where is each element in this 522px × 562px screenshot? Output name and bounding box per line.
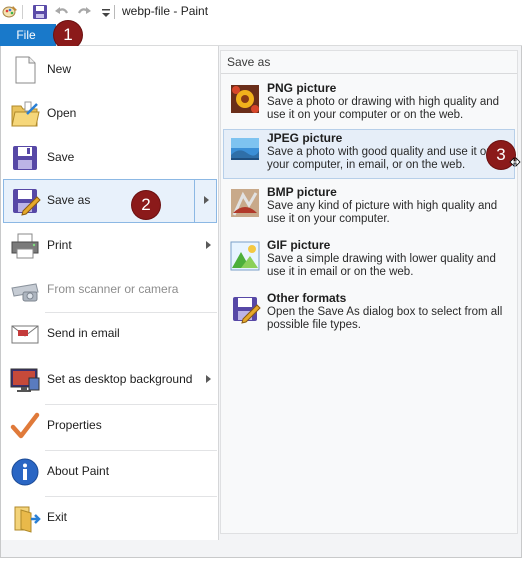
- bmp-picture-icon: [231, 189, 259, 217]
- toolbar-separator: [22, 5, 23, 19]
- save-as-submenu-toggle[interactable]: [194, 180, 216, 222]
- paint-app-icon[interactable]: [2, 4, 18, 20]
- checkmark-icon: [10, 412, 40, 439]
- option-title: GIF picture: [267, 238, 331, 252]
- gif-picture-icon: [230, 241, 260, 271]
- printer-icon: [11, 233, 39, 259]
- option-description: Save a photo or drawing with high qualit…: [267, 96, 500, 121]
- exit-icon: [14, 506, 41, 533]
- menu-item-label: Set as desktop background: [47, 372, 193, 386]
- option-title: PNG picture: [267, 81, 337, 95]
- menu-item-save[interactable]: Save: [3, 136, 217, 180]
- save-as-gif[interactable]: GIF picture Save a simple drawing with l…: [223, 236, 515, 286]
- undo-icon[interactable]: [54, 4, 70, 20]
- menu-item-exit[interactable]: Exit: [3, 496, 217, 540]
- desktop-background-icon: [10, 368, 40, 392]
- file-menu: New Open Save Save as 2 Print From scann…: [0, 46, 522, 558]
- menu-item-send-email[interactable]: Send in email: [3, 312, 217, 356]
- email-icon: [11, 325, 39, 344]
- png-picture-icon: [231, 85, 259, 113]
- menu-item-label: New: [47, 62, 72, 76]
- step-badge-1: 1: [54, 21, 82, 49]
- chevron-right-icon: [206, 241, 211, 249]
- menu-item-label: From scanner or camera: [47, 282, 179, 296]
- info-icon: [11, 458, 39, 486]
- scanner-icon: [11, 283, 39, 302]
- menu-item-label: Save as: [47, 193, 91, 207]
- menu-item-label: Send in email: [47, 326, 120, 340]
- new-document-icon: [15, 56, 36, 84]
- save-as-png[interactable]: PNG picture Save a photo or drawing with…: [223, 79, 515, 129]
- menu-item-label: Properties: [47, 418, 102, 432]
- save-icon[interactable]: [32, 4, 48, 20]
- save-as-icon: [13, 189, 41, 216]
- redo-icon[interactable]: [76, 4, 92, 20]
- option-description: Open the Save As dialog box to select fr…: [267, 306, 503, 331]
- menu-item-open[interactable]: Open: [3, 92, 217, 136]
- option-description: Save a photo with good quality and use i…: [267, 146, 493, 171]
- option-title: BMP picture: [267, 185, 337, 199]
- menu-item-new[interactable]: New: [3, 48, 217, 92]
- menu-item-label: Open: [47, 106, 77, 120]
- save-as-bmp[interactable]: BMP picture Save any kind of picture wit…: [223, 183, 515, 233]
- menu-item-about[interactable]: About Paint: [3, 450, 217, 494]
- menu-item-label: Save: [47, 150, 75, 164]
- submenu-header-divider: [221, 73, 517, 74]
- customize-toolbar-icon[interactable]: [98, 4, 114, 20]
- file-tab[interactable]: File: [0, 24, 56, 46]
- title-separator: [114, 5, 115, 19]
- save-as-jpeg[interactable]: JPEG picture Save a photo with good qual…: [223, 129, 515, 179]
- window-title: webp-file - Paint: [122, 4, 209, 18]
- save-icon: [13, 146, 37, 170]
- option-title: JPEG picture: [267, 131, 343, 145]
- step-badge-2: 2: [132, 191, 160, 219]
- option-description: Save any kind of picture with high quali…: [267, 200, 498, 225]
- menu-item-label: Exit: [47, 510, 68, 524]
- option-title: Other formats: [267, 291, 347, 305]
- file-menu-commands: New Open Save Save as 2 Print From scann…: [1, 46, 219, 540]
- resize-cursor-icon: [509, 157, 521, 167]
- menu-item-properties[interactable]: Properties: [3, 404, 217, 448]
- menu-item-desktop-background[interactable]: Set as desktop background: [3, 358, 217, 402]
- menu-item-label: About Paint: [47, 464, 110, 478]
- submenu-header: Save as: [227, 55, 271, 69]
- menu-item-from-scanner[interactable]: From scanner or camera: [3, 268, 217, 312]
- option-description: Save a simple drawing with lower quality…: [267, 253, 496, 278]
- menu-item-label: Print: [47, 238, 72, 252]
- chevron-right-icon: [206, 375, 211, 383]
- open-folder-icon: [11, 101, 40, 127]
- menu-item-print[interactable]: Print: [3, 224, 217, 268]
- chevron-right-icon: [204, 196, 209, 204]
- jpeg-picture-icon: [231, 138, 259, 160]
- save-as-other-formats[interactable]: Other formats Open the Save As dialog bo…: [223, 289, 515, 339]
- other-formats-icon: [233, 297, 261, 324]
- menu-item-save-as[interactable]: Save as: [3, 179, 217, 223]
- save-as-submenu: Save as PNG picture Save a photo or draw…: [220, 50, 518, 534]
- title-bar: webp-file - Paint: [0, 0, 522, 24]
